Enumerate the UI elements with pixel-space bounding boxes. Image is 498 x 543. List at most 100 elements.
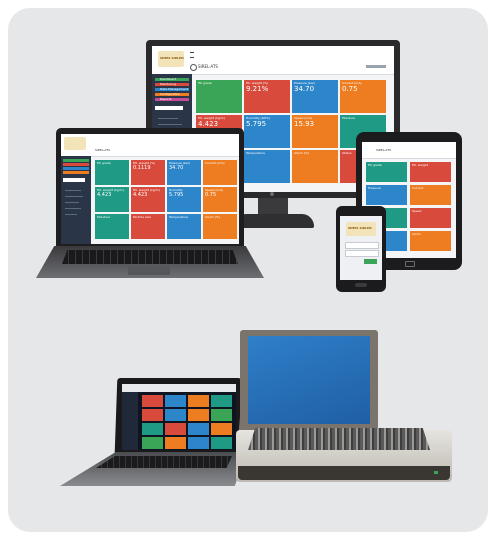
tile-title: Alarm	[412, 232, 421, 236]
dashboard-tile[interactable]: Humidity 5.795	[167, 187, 201, 212]
sidebar-item-reports[interactable]: Reports	[155, 97, 189, 101]
monitor-stand-base	[234, 214, 314, 228]
field-dashboard-tile[interactable]	[188, 395, 209, 407]
dashboard-tile[interactable]: Fill. weight (%) 9.21%	[244, 80, 290, 113]
tile-value: 9.21%	[246, 85, 269, 93]
field-dashboard-tile[interactable]	[211, 423, 232, 435]
sidebar-item-configuration[interactable]: Configuration	[155, 92, 189, 96]
dashboard-tile[interactable]: Fill grade	[95, 160, 129, 185]
dashboard-tile[interactable]: Alarm	[410, 231, 451, 251]
phone-home-button[interactable]	[355, 283, 367, 287]
laptop-sidebar-item[interactable]	[63, 167, 89, 170]
field-dashboard-tile[interactable]	[165, 395, 186, 407]
tile-value: 4.423	[133, 192, 148, 198]
tile-title: Fill grade	[368, 163, 382, 167]
field-dashboard-tile[interactable]	[211, 409, 232, 421]
phone-password-input[interactable]	[345, 250, 379, 257]
dashboard-tile[interactable]: Speed (m/s) 0.75	[203, 187, 237, 212]
tile-title: Fill grade	[198, 81, 212, 85]
field-dashboard-tile[interactable]	[165, 437, 186, 449]
laptop-header	[61, 134, 239, 157]
tile-title: Moisture	[342, 116, 355, 120]
dashboard-tile[interactable]: Fill. weight	[410, 162, 451, 182]
laptop-header-label: SIREL-ATS	[95, 148, 110, 152]
field-dashboard-tile[interactable]	[211, 437, 232, 449]
sidebar-item-data-management[interactable]: Data Management	[155, 87, 189, 91]
tile-title: Alarm (%)	[294, 151, 309, 155]
field-laptop-header	[122, 384, 236, 392]
field-laptop-screen	[122, 384, 236, 450]
tile-title: Temperature	[169, 215, 189, 219]
tile-title: Alarm (%)	[205, 215, 220, 219]
logo: SIMES SIRLEN	[158, 51, 184, 67]
field-dashboard-tile[interactable]	[142, 437, 163, 449]
field-dashboard-tile[interactable]	[211, 395, 232, 407]
sidebar-item-monitoring[interactable]: Monitoring	[155, 82, 189, 86]
tile-title: Current	[412, 186, 424, 190]
dashboard-tile[interactable]: Pressure (bar) 34.70	[167, 160, 201, 185]
dashboard-tile[interactable]: Temperature	[167, 214, 201, 239]
menu-icon[interactable]	[190, 52, 194, 58]
sidebar-item-dashboard[interactable]: Dashboard	[155, 77, 189, 81]
field-dashboard-tile[interactable]	[142, 423, 163, 435]
tile-title: Temperature	[246, 151, 266, 155]
tile-value: 4.423	[97, 192, 112, 198]
field-dashboard-tile[interactable]	[165, 423, 186, 435]
phone-username-input[interactable]	[345, 242, 379, 249]
dashboard-tile[interactable]: Current	[410, 185, 451, 205]
tile-value: 5.795	[246, 120, 267, 128]
dashboard-tile[interactable]: Alarm (%)	[203, 214, 237, 239]
dashboard-tile[interactable]: Fill. weight (kg/m) 4.423	[131, 187, 165, 212]
phone-logo-text: SIMES SIRLEN	[348, 226, 372, 230]
dashboard-tile[interactable]: Fill grade	[196, 80, 242, 113]
field-dashboard-tile[interactable]	[188, 437, 209, 449]
field-dashboard-tile[interactable]	[142, 395, 163, 407]
dashboard-tile[interactable]: Pressure (bar) 34.70	[292, 80, 338, 113]
tile-title: Fill grade	[97, 161, 111, 165]
scanner-front-panel	[238, 466, 450, 480]
field-dashboard-tile[interactable]	[165, 409, 186, 421]
dashboard-tile[interactable]: Fill grade	[366, 162, 407, 182]
dashboard-tile[interactable]: Alarm (%)	[292, 150, 338, 183]
dashboard-tile[interactable]: Temperature	[244, 150, 290, 183]
scanner-status-led	[434, 471, 438, 474]
scanner-lid-glass	[248, 336, 370, 424]
monitor-power-icon[interactable]	[270, 192, 274, 196]
laptop-sidebar-item[interactable]	[63, 163, 89, 166]
field-dashboard-tile[interactable]	[188, 409, 209, 421]
laptop-sidebar-search[interactable]	[63, 178, 85, 182]
tablet-home-icon[interactable]	[405, 261, 415, 267]
app-header-icon	[190, 64, 197, 71]
tile-value: 34.70	[294, 85, 315, 93]
tablet-header-label: SIREL-ATS	[376, 148, 391, 152]
laptop-sidebar	[61, 156, 91, 244]
dashboard-tile[interactable]: Moisture	[95, 214, 129, 239]
tile-value: 5.795	[169, 192, 184, 198]
sidebar-search[interactable]	[155, 106, 183, 110]
dashboard-tile[interactable]: Pressure	[366, 185, 407, 205]
laptop-sidebar-item[interactable]	[63, 171, 89, 174]
tile-title: Speed	[412, 209, 422, 213]
dashboard-tile[interactable]: Fill. weight (kg/m) 4.423	[95, 187, 129, 212]
field-dashboard-tile[interactable]	[142, 409, 163, 421]
laptop-touchpad[interactable]	[128, 266, 170, 275]
laptop-sidebar-item[interactable]	[63, 159, 89, 162]
tile-value: 0.1119	[133, 165, 151, 171]
field-laptop-sidebar	[122, 392, 138, 450]
monitor-header	[152, 46, 394, 75]
phone-logo: SIMES SIRLEN	[346, 222, 376, 236]
dashboard-tile[interactable]: Fill. weight (%) 0.1119	[131, 160, 165, 185]
field-dashboard-tile[interactable]	[188, 423, 209, 435]
dashboard-tile[interactable]: Speed (m/s) 15.93	[292, 115, 338, 148]
dashboard-tile[interactable]: Current (mA) 0.75	[340, 80, 386, 113]
dashboard-tile[interactable]: Current (mA)	[203, 160, 237, 185]
dashboard-tile[interactable]: Speed	[410, 208, 451, 228]
dashboard-tile[interactable]: Particle size	[131, 214, 165, 239]
phone-screen: SIMES SIRLEN	[340, 216, 382, 280]
phone-login-button[interactable]	[364, 259, 377, 264]
tile-title: Moisture	[97, 215, 110, 219]
laptop-screen: SIREL-ATS Fill grade Fill. weight (%) 0.11…	[61, 134, 239, 244]
scanner-sample-bed	[248, 428, 430, 450]
user-menu[interactable]	[366, 65, 386, 68]
dashboard-tile[interactable]: Humidity (RH%) 5.795	[244, 115, 290, 148]
